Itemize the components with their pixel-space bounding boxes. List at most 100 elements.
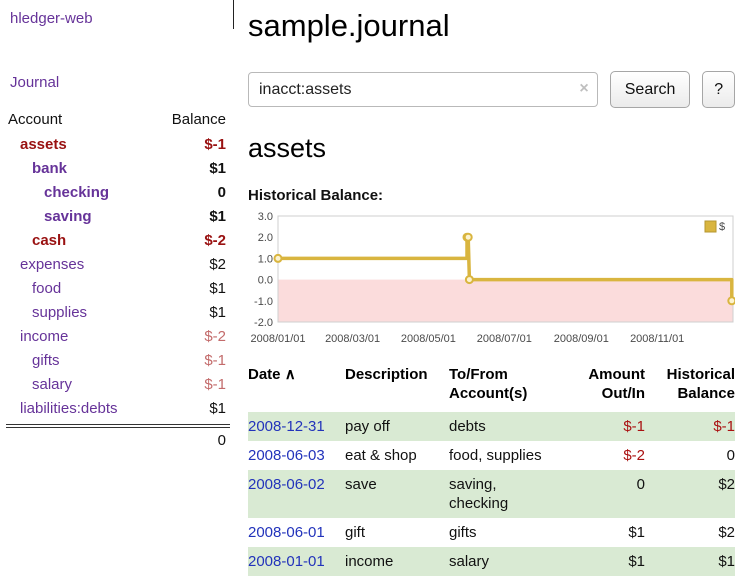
account-name: food <box>8 280 61 298</box>
svg-text:$: $ <box>719 221 725 233</box>
accounts-header-account: Account <box>8 111 62 128</box>
transaction-date-link[interactable]: 2008-06-02 <box>248 476 325 493</box>
account-name: expenses <box>8 256 84 274</box>
transaction-date-link[interactable]: 2008-12-31 <box>248 418 325 435</box>
search-help-button[interactable]: ? <box>702 71 735 108</box>
account-balance: $1 <box>209 280 226 298</box>
transaction-accounts: food, supplies <box>449 441 581 470</box>
transaction-date-link[interactable]: 2008-01-01 <box>248 553 325 570</box>
transaction-date-link[interactable]: 2008-06-03 <box>248 447 325 464</box>
transaction-amount: $1 <box>581 547 645 576</box>
transaction-description: eat & shop <box>345 441 449 470</box>
transaction-date-cell: 2008-06-03 <box>248 441 345 470</box>
search-button[interactable]: Search <box>610 71 691 108</box>
accounts-header: Account Balance <box>0 107 236 133</box>
page-title: sample.journal <box>248 8 735 44</box>
register-row: 2008-12-31 pay off debts $-1 $-1 <box>248 412 735 441</box>
col-header-amount: Amount Out/In <box>581 363 645 412</box>
svg-text:1.0: 1.0 <box>258 253 273 265</box>
account-row-bank: bank $1 <box>0 157 236 181</box>
register-row: 2008-01-01 income salary $1 $1 <box>248 547 735 576</box>
account-balance: $1 <box>209 160 226 178</box>
svg-text:-1.0: -1.0 <box>254 296 273 308</box>
account-link-checking[interactable]: checking <box>44 184 109 201</box>
accounts-total-row: 0 <box>0 428 236 453</box>
account-balance: $-1 <box>204 352 226 370</box>
account-name: assets <box>8 136 67 154</box>
account-link-supplies[interactable]: supplies <box>32 304 87 321</box>
accounts-total-value: 0 <box>218 432 226 449</box>
account-row-income: income $-2 <box>0 325 236 349</box>
account-link-bank[interactable]: bank <box>32 160 67 177</box>
account-row-gifts: gifts $-1 <box>0 349 236 373</box>
account-link-food[interactable]: food <box>32 280 61 297</box>
account-link-saving[interactable]: saving <box>44 208 92 225</box>
account-link-income[interactable]: income <box>20 328 68 345</box>
transaction-date-cell: 2008-12-31 <box>248 412 345 441</box>
col-header-date[interactable]: Date ∧ <box>248 363 345 412</box>
account-name: gifts <box>8 352 60 370</box>
search-form: × Search ? <box>248 71 735 108</box>
transaction-date-link[interactable]: 2008-06-01 <box>248 524 325 541</box>
svg-text:-2.0: -2.0 <box>254 317 273 329</box>
account-balance: $1 <box>209 304 226 322</box>
account-heading: assets <box>248 133 735 164</box>
sidebar-item-journal[interactable]: Journal <box>10 74 236 91</box>
transaction-amount: $1 <box>581 518 645 547</box>
account-link-salary[interactable]: salary <box>32 376 72 393</box>
app-title-link[interactable]: hledger-web <box>10 10 236 27</box>
account-row-expenses: expenses $2 <box>0 253 236 277</box>
account-link-gifts[interactable]: gifts <box>32 352 60 369</box>
account-name: salary <box>8 376 72 394</box>
account-name: income <box>8 328 68 346</box>
register-row: 2008-06-01 gift gifts $1 $2 <box>248 518 735 547</box>
transaction-description: gift <box>345 518 449 547</box>
register-table: Date ∧ Description To/From Account(s) Am… <box>248 363 735 576</box>
clear-search-icon[interactable]: × <box>579 80 588 98</box>
transaction-amount: 0 <box>581 470 645 518</box>
account-balance: $-2 <box>204 328 226 346</box>
account-link-expenses[interactable]: expenses <box>20 256 84 273</box>
svg-text:2008/07/01: 2008/07/01 <box>477 333 532 345</box>
account-link-cash[interactable]: cash <box>32 232 66 249</box>
svg-text:0.0: 0.0 <box>258 275 273 287</box>
account-name: supplies <box>8 304 87 322</box>
accounts-tree: Account Balance assets $-1 bank $1 check… <box>0 107 236 453</box>
account-link-assets[interactable]: assets <box>20 136 67 153</box>
account-name: cash <box>8 232 66 250</box>
account-balance: $-2 <box>204 232 226 250</box>
svg-text:2008/01/01: 2008/01/01 <box>250 333 305 345</box>
search-input[interactable] <box>248 72 598 107</box>
sidebar: hledger-web Journal Account Balance asse… <box>0 0 236 453</box>
transaction-balance: $2 <box>645 470 735 518</box>
account-balance: $-1 <box>204 136 226 154</box>
transaction-accounts: debts <box>449 412 581 441</box>
transaction-balance: $2 <box>645 518 735 547</box>
account-link-liabilities-debts[interactable]: liabilities:debts <box>20 400 118 417</box>
historical-balance-chart: 3.0 2.0 1.0 0.0 -1.0 -2.0 2008/01/01 2008/03/01… <box>248 210 735 350</box>
main-content: sample.journal × Search ? assets Histori… <box>248 0 735 576</box>
col-header-description: Description <box>345 363 449 412</box>
transaction-date-cell: 2008-06-02 <box>248 470 345 518</box>
transaction-description: income <box>345 547 449 576</box>
transaction-balance: 0 <box>645 441 735 470</box>
accounts-header-balance: Balance <box>172 111 226 128</box>
svg-text:3.0: 3.0 <box>258 211 273 223</box>
svg-text:2008/03/01: 2008/03/01 <box>325 333 380 345</box>
transaction-date-cell: 2008-06-01 <box>248 518 345 547</box>
account-row-supplies: supplies $1 <box>0 301 236 325</box>
chart-title: Historical Balance: <box>248 187 735 204</box>
account-row-cash: cash $-2 <box>0 229 236 253</box>
account-name: saving <box>8 208 92 226</box>
account-balance: $-1 <box>204 376 226 394</box>
transaction-balance: $-1 <box>645 412 735 441</box>
svg-text:2.0: 2.0 <box>258 232 273 244</box>
svg-text:2008/11/01: 2008/11/01 <box>630 333 684 345</box>
transaction-description: save <box>345 470 449 518</box>
register-row: 2008-06-02 save saving, checking 0 $2 <box>248 470 735 518</box>
col-header-balance: Historical Balance <box>645 363 735 412</box>
transaction-balance: $1 <box>645 547 735 576</box>
account-balance: $2 <box>209 256 226 274</box>
col-header-account: To/From Account(s) <box>449 363 581 412</box>
svg-text:2008/05/01: 2008/05/01 <box>401 333 456 345</box>
